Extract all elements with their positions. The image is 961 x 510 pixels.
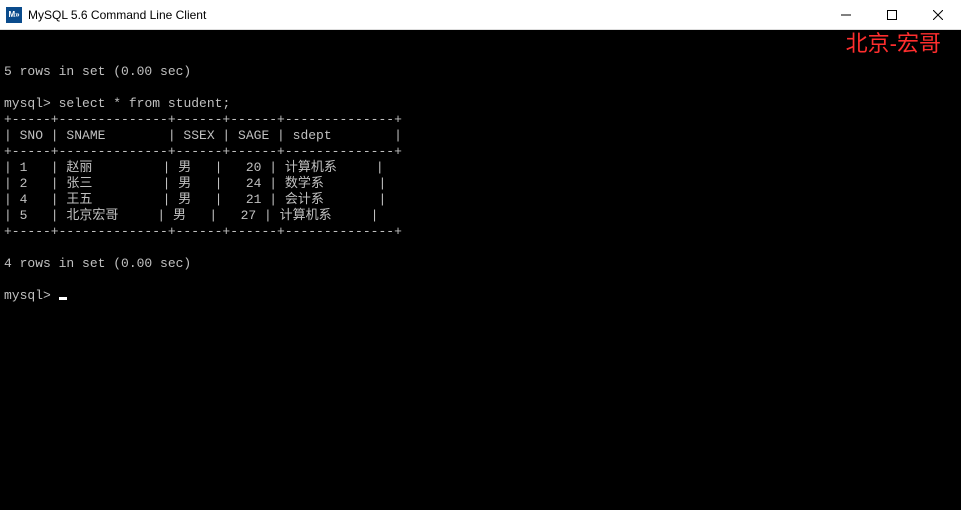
app-icon: M» bbox=[6, 7, 22, 23]
cursor bbox=[59, 297, 67, 300]
minimize-button[interactable] bbox=[823, 0, 869, 29]
window-titlebar: M» MySQL 5.6 Command Line Client bbox=[0, 0, 961, 30]
window-title: MySQL 5.6 Command Line Client bbox=[28, 8, 823, 22]
terminal-area[interactable]: 北京-宏哥 5 rows in set (0.00 sec) mysql> se… bbox=[0, 30, 961, 510]
maximize-button[interactable] bbox=[869, 0, 915, 29]
table-border-bot: +-----+--------------+------+------+----… bbox=[4, 224, 402, 239]
sql-query: select * from student; bbox=[59, 96, 231, 111]
close-button[interactable] bbox=[915, 0, 961, 29]
table-header-row: | SNO | SNAME | SSEX | SAGE | sdept | bbox=[4, 128, 402, 143]
result-line: 4 rows in set (0.00 sec) bbox=[4, 256, 191, 271]
prompt: mysql> bbox=[4, 288, 51, 303]
query-line: mysql> select * from student; bbox=[4, 96, 230, 111]
prev-result-line: 5 rows in set (0.00 sec) bbox=[4, 64, 191, 79]
watermark-text: 北京-宏哥 bbox=[846, 36, 941, 52]
table-border-top: +-----+--------------+------+------+----… bbox=[4, 112, 402, 127]
prompt: mysql> bbox=[4, 96, 51, 111]
prompt-line: mysql> bbox=[4, 288, 67, 303]
window-controls bbox=[823, 0, 961, 29]
table-body: | 1 | 赵丽 | 男 | 20 | 计算机系 | | 2 | 张三 | 男 … bbox=[4, 160, 957, 224]
table-border-mid: +-----+--------------+------+------+----… bbox=[4, 144, 402, 159]
